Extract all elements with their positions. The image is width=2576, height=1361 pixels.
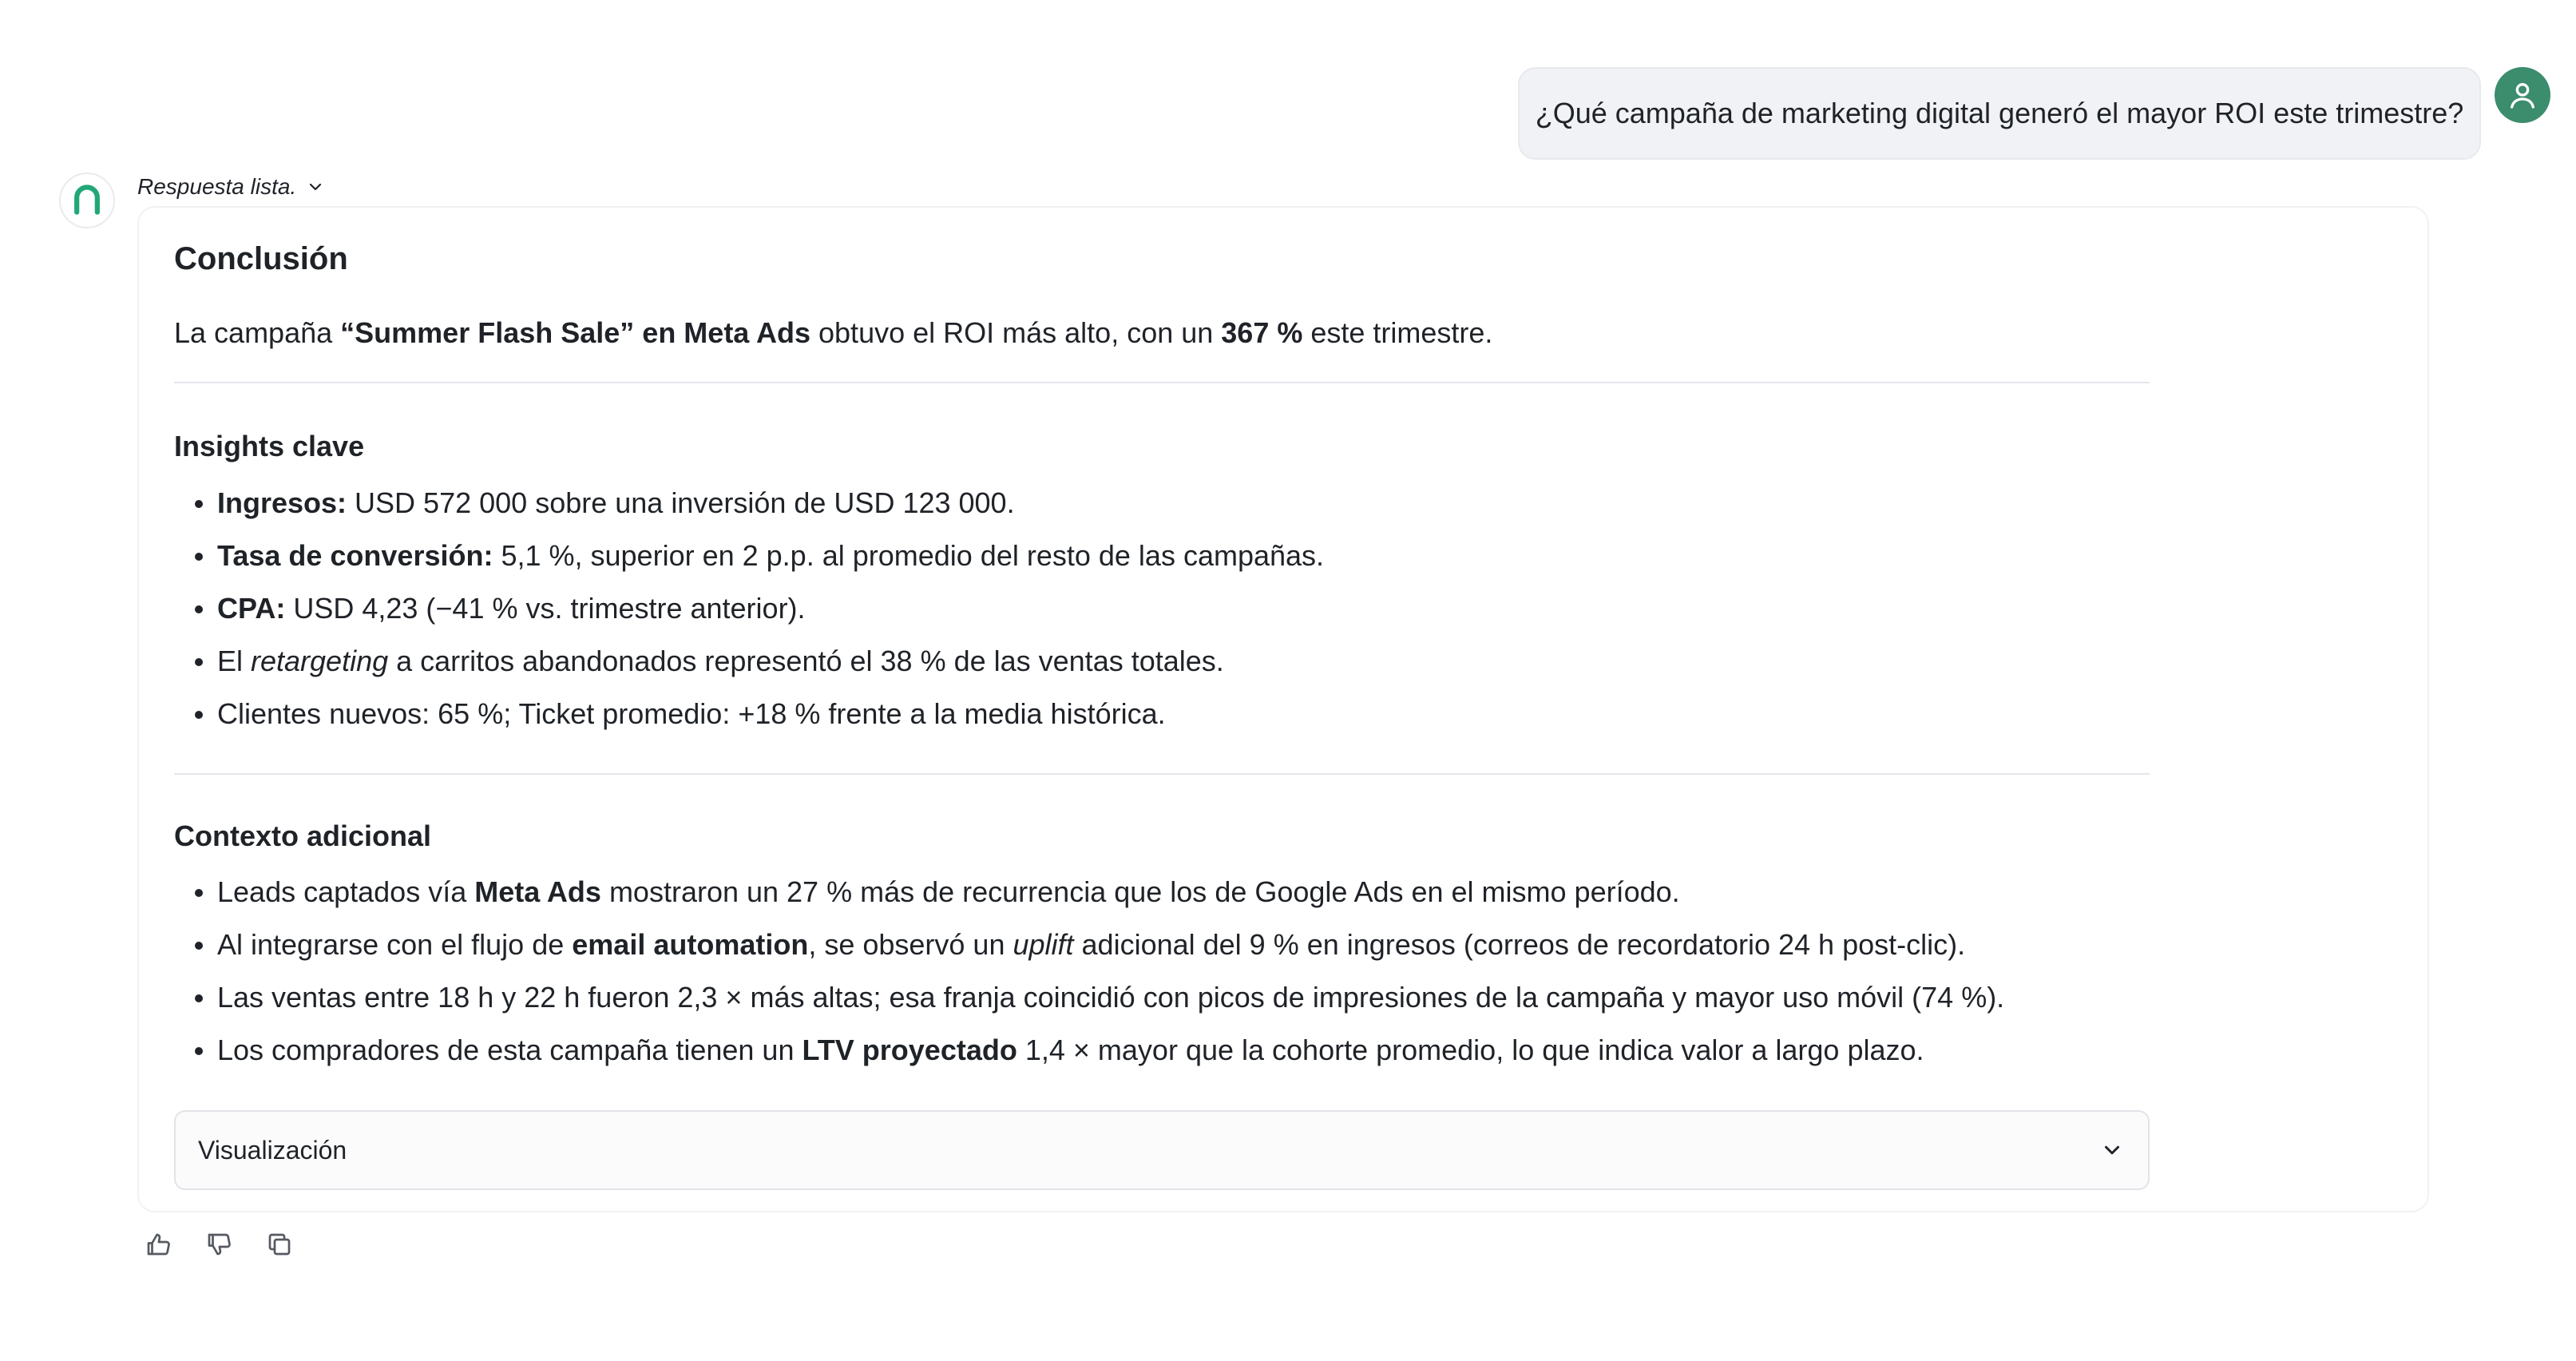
assistant-avatar bbox=[59, 173, 115, 228]
user-message-text: ¿Qué campaña de marketing digital generó… bbox=[1535, 97, 2464, 129]
conclusion-text-3: este trimestre. bbox=[1302, 316, 1493, 349]
insights-heading: Insights clave bbox=[174, 430, 365, 462]
context-text: mostraron un 27 % más de recurrencia que… bbox=[600, 875, 1680, 908]
insight-italic: retargeting bbox=[251, 645, 389, 677]
context-italic: uplift bbox=[1013, 928, 1074, 961]
copy-icon bbox=[268, 1233, 291, 1256]
conclusion-campaign-name: “Summer Flash Sale” en Meta Ads bbox=[340, 316, 811, 349]
list-item: Clientes nuevos: 65 %; Ticket promedio: … bbox=[194, 688, 1324, 740]
insight-label: Tasa de conversión: bbox=[217, 539, 493, 572]
section-divider bbox=[174, 773, 2150, 775]
response-status-toggle[interactable]: Respuesta lista. bbox=[137, 171, 325, 203]
visualization-label: Visualización bbox=[198, 1135, 347, 1165]
insight-text: 5,1 %, superior en 2 p.p. al promedio de… bbox=[493, 539, 1325, 572]
conclusion-text-2: obtuvo el ROI más alto, con un bbox=[810, 316, 1222, 349]
insight-text: Clientes nuevos: 65 %; Ticket promedio: … bbox=[217, 697, 1166, 730]
context-text: Las ventas entre 18 h y 22 h fueron 2,3 … bbox=[217, 981, 2005, 1014]
list-item: Al integrarse con el flujo de email auto… bbox=[194, 919, 2004, 971]
list-item: Tasa de conversión: 5,1 %, superior en 2… bbox=[194, 530, 1325, 582]
context-bold: Meta Ads bbox=[474, 875, 601, 908]
list-item: El retargeting a carritos abandonados re… bbox=[194, 635, 1324, 688]
thumbs-up-icon bbox=[147, 1233, 170, 1256]
user-avatar[interactable] bbox=[2495, 67, 2550, 123]
assistant-answer-card: Conclusión La campaña “Summer Flash Sale… bbox=[137, 206, 2429, 1212]
copy-button[interactable] bbox=[264, 1228, 295, 1260]
insight-text: a carritos abandonados representó el 38 … bbox=[388, 645, 1224, 677]
list-item: Los compradores de esta campaña tienen u… bbox=[194, 1024, 2004, 1077]
context-text: 1,4 × mayor que la cohorte promedio, lo … bbox=[1017, 1034, 1924, 1066]
chevron-down-icon bbox=[310, 183, 322, 191]
insight-label: Ingresos: bbox=[217, 486, 347, 519]
section-divider bbox=[174, 382, 2150, 383]
chevron-down-icon bbox=[2105, 1145, 2119, 1155]
context-text-pre: Los compradores de esta campaña tienen u… bbox=[217, 1034, 803, 1066]
context-heading: Contexto adicional bbox=[174, 819, 432, 852]
list-item: Ingresos: USD 572 000 sobre una inversió… bbox=[194, 477, 1324, 530]
user-icon bbox=[2511, 83, 2534, 109]
conclusion-paragraph: La campaña “Summer Flash Sale” en Meta A… bbox=[174, 313, 1492, 353]
insight-text: USD 572 000 sobre una inversión de USD 1… bbox=[347, 486, 1015, 519]
context-text-pre: Al integrarse con el flujo de bbox=[217, 928, 573, 961]
context-bold: email automation bbox=[572, 928, 809, 961]
response-status-text: Respuesta lista. bbox=[137, 174, 297, 199]
context-text-mid: , se observó un bbox=[808, 928, 1013, 961]
context-text: adicional del 9 % en ingresos (correos d… bbox=[1073, 928, 1966, 961]
conclusion-heading: Conclusión bbox=[174, 241, 348, 276]
visualization-accordion[interactable]: Visualización bbox=[174, 1110, 2150, 1190]
user-message-bubble: ¿Qué campaña de marketing digital generó… bbox=[1518, 67, 2481, 160]
list-item: Leads captados vía Meta Ads mostraron un… bbox=[194, 866, 2004, 919]
conclusion-roi-value: 367 % bbox=[1221, 316, 1303, 349]
context-list: Leads captados vía Meta Ads mostraron un… bbox=[174, 866, 2004, 1077]
insights-list: Ingresos: USD 572 000 sobre una inversió… bbox=[174, 477, 1324, 740]
context-text-pre: Leads captados vía bbox=[217, 875, 475, 908]
list-item: CPA: USD 4,23 (−41 % vs. trimestre anter… bbox=[194, 582, 1324, 635]
brand-logo-icon bbox=[74, 185, 100, 215]
like-button[interactable] bbox=[142, 1228, 174, 1260]
insight-text-pre: El bbox=[217, 645, 252, 677]
message-actions bbox=[142, 1228, 295, 1260]
insight-label: CPA: bbox=[217, 592, 286, 625]
insight-text: USD 4,23 (−41 % vs. trimestre anterior). bbox=[285, 592, 806, 625]
thumbs-down-icon bbox=[208, 1233, 231, 1256]
conclusion-text-1: La campaña bbox=[174, 316, 341, 349]
context-bold: LTV proyectado bbox=[802, 1034, 1017, 1066]
list-item: Las ventas entre 18 h y 22 h fueron 2,3 … bbox=[194, 971, 2005, 1024]
dislike-button[interactable] bbox=[203, 1228, 235, 1260]
chat-page: ¿Qué campaña de marketing digital generó… bbox=[0, 0, 2576, 1361]
